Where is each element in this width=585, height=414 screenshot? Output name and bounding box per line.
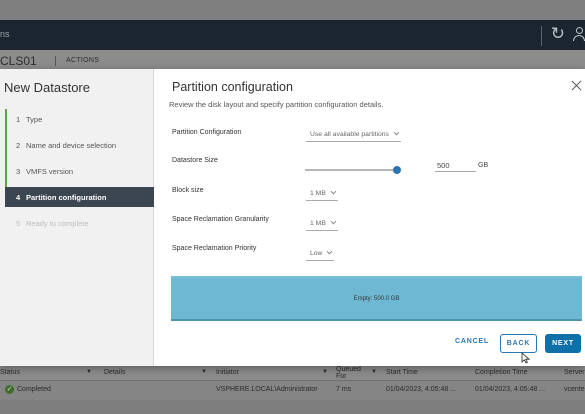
block-size-value: 1 MB (310, 190, 326, 197)
column-completion-time[interactable]: Completion Time (475, 369, 528, 376)
cell-start-time: 01/04/2023, 4:05:48 ... (386, 386, 457, 393)
block-size-label: Block size (172, 187, 204, 194)
cell-server: vcente (564, 386, 585, 393)
object-header-divider (55, 56, 56, 66)
column-details[interactable]: Details (104, 369, 125, 376)
step-partition-configuration[interactable]: 4 Partition configuration (5, 187, 154, 207)
column-server[interactable]: Server (564, 369, 585, 376)
recent-tasks-table: Status ▼ Details ▼ Initiator ▼ Queued Fo… (0, 366, 585, 414)
table-header: Status ▼ Details ▼ Initiator ▼ Queued Fo… (0, 366, 585, 381)
check-circle-icon: ✓ (5, 385, 14, 394)
datastore-size-slider-handle[interactable] (393, 166, 402, 174)
cell-completion-time: 01/04/2023, 4:05:48 ... (475, 386, 546, 393)
space-reclamation-granularity-value: 1 MB (310, 220, 326, 227)
space-reclamation-priority-label: Space Reclamation Priority (172, 245, 257, 252)
step-number: 3 (16, 167, 21, 176)
datastore-size-label: Datastore Size (172, 157, 218, 164)
column-queued-for[interactable]: Queued For (336, 366, 361, 380)
step-type[interactable]: 1 Type (5, 109, 154, 135)
step-label: Name and device selection (26, 141, 117, 150)
step-label: Partition configuration (26, 193, 107, 202)
header-divider (541, 26, 542, 46)
new-datastore-dialog: New Datastore 1 Type 2 Name and device s… (0, 69, 585, 366)
column-status[interactable]: Status (0, 369, 20, 376)
table-row[interactable]: ✓ Completed VSPHERE.LOCAL\Administrator … (0, 382, 585, 398)
wizard-step-nav: New Datastore 1 Type 2 Name and device s… (0, 69, 154, 366)
mouse-cursor-icon (521, 352, 530, 364)
app-top-strip (0, 0, 585, 20)
step-number: 4 (16, 193, 21, 202)
back-button[interactable]: BACK (500, 334, 537, 353)
column-start-time[interactable]: Start Time (386, 369, 418, 376)
space-reclamation-granularity-select[interactable]: 1 MB (306, 218, 338, 231)
wizard-title: New Datastore (4, 80, 90, 95)
step-label: Ready to complete (26, 219, 89, 228)
chevron-down-icon (330, 188, 337, 195)
chevron-down-icon (327, 248, 333, 255)
partition-configuration-label: Partition Configuration (172, 129, 242, 136)
step-label: VMFS version (26, 167, 74, 176)
partition-configuration-select[interactable]: Use all available partitions (306, 129, 401, 142)
column-initiator[interactable]: Initiator (216, 369, 239, 376)
datastore-size-slider[interactable] (305, 169, 400, 171)
filter-icon[interactable]: ▼ (371, 369, 377, 375)
page-subtitle: Review the disk layout and specify parti… (169, 100, 384, 109)
space-reclamation-priority-select[interactable]: Low (306, 248, 335, 261)
app-header: ns ↻ (0, 20, 585, 50)
table-footer (0, 400, 585, 414)
step-label: Type (26, 115, 43, 124)
partition-configuration-value: Use all available partitions (310, 131, 389, 138)
object-header: CLS01 ACTIONS (0, 50, 585, 70)
cell-queued-for: 7 ms (336, 386, 352, 393)
chevron-down-icon (330, 218, 337, 225)
filter-icon[interactable]: ▼ (86, 369, 92, 375)
user-icon[interactable] (573, 26, 585, 42)
wizard-content: Partition configuration Review the disk … (155, 69, 585, 366)
space-reclamation-priority-value: Low (310, 250, 323, 257)
page-title: Partition configuration (172, 80, 293, 94)
step-vmfs-version[interactable]: 3 VMFS version (5, 161, 154, 187)
disk-layout-label: Empty: 500.0 GB (353, 296, 400, 302)
block-size-select[interactable]: 1 MB (306, 188, 338, 201)
close-icon[interactable] (571, 80, 583, 92)
filter-icon[interactable]: ▼ (322, 369, 328, 375)
chevron-down-icon (393, 129, 400, 136)
next-button[interactable]: NEXT (545, 334, 581, 353)
menu-icon[interactable]: ns (0, 29, 10, 39)
space-reclamation-granularity-label: Space Reclamation Granularity (172, 216, 269, 223)
step-number: 1 (16, 115, 21, 124)
actions-menu[interactable]: ACTIONS (66, 57, 99, 64)
refresh-icon[interactable]: ↻ (551, 24, 565, 44)
object-title: CLS01 (0, 54, 37, 68)
cell-status: Completed (17, 386, 51, 393)
step-name-and-device-selection[interactable]: 2 Name and device selection (5, 135, 154, 161)
filter-icon[interactable]: ▼ (201, 369, 207, 375)
datastore-size-input[interactable]: 500 (435, 159, 476, 172)
disk-layout-bar: Empty: 500.0 GB (171, 276, 582, 321)
step-ready-to-complete: 5 Ready to complete (5, 213, 154, 233)
step-number: 2 (16, 141, 21, 150)
step-number: 5 (16, 219, 21, 228)
datastore-size-unit: GB (478, 162, 489, 169)
cancel-button[interactable]: CANCEL (455, 338, 489, 345)
cell-initiator: VSPHERE.LOCAL\Administrator (216, 386, 318, 393)
